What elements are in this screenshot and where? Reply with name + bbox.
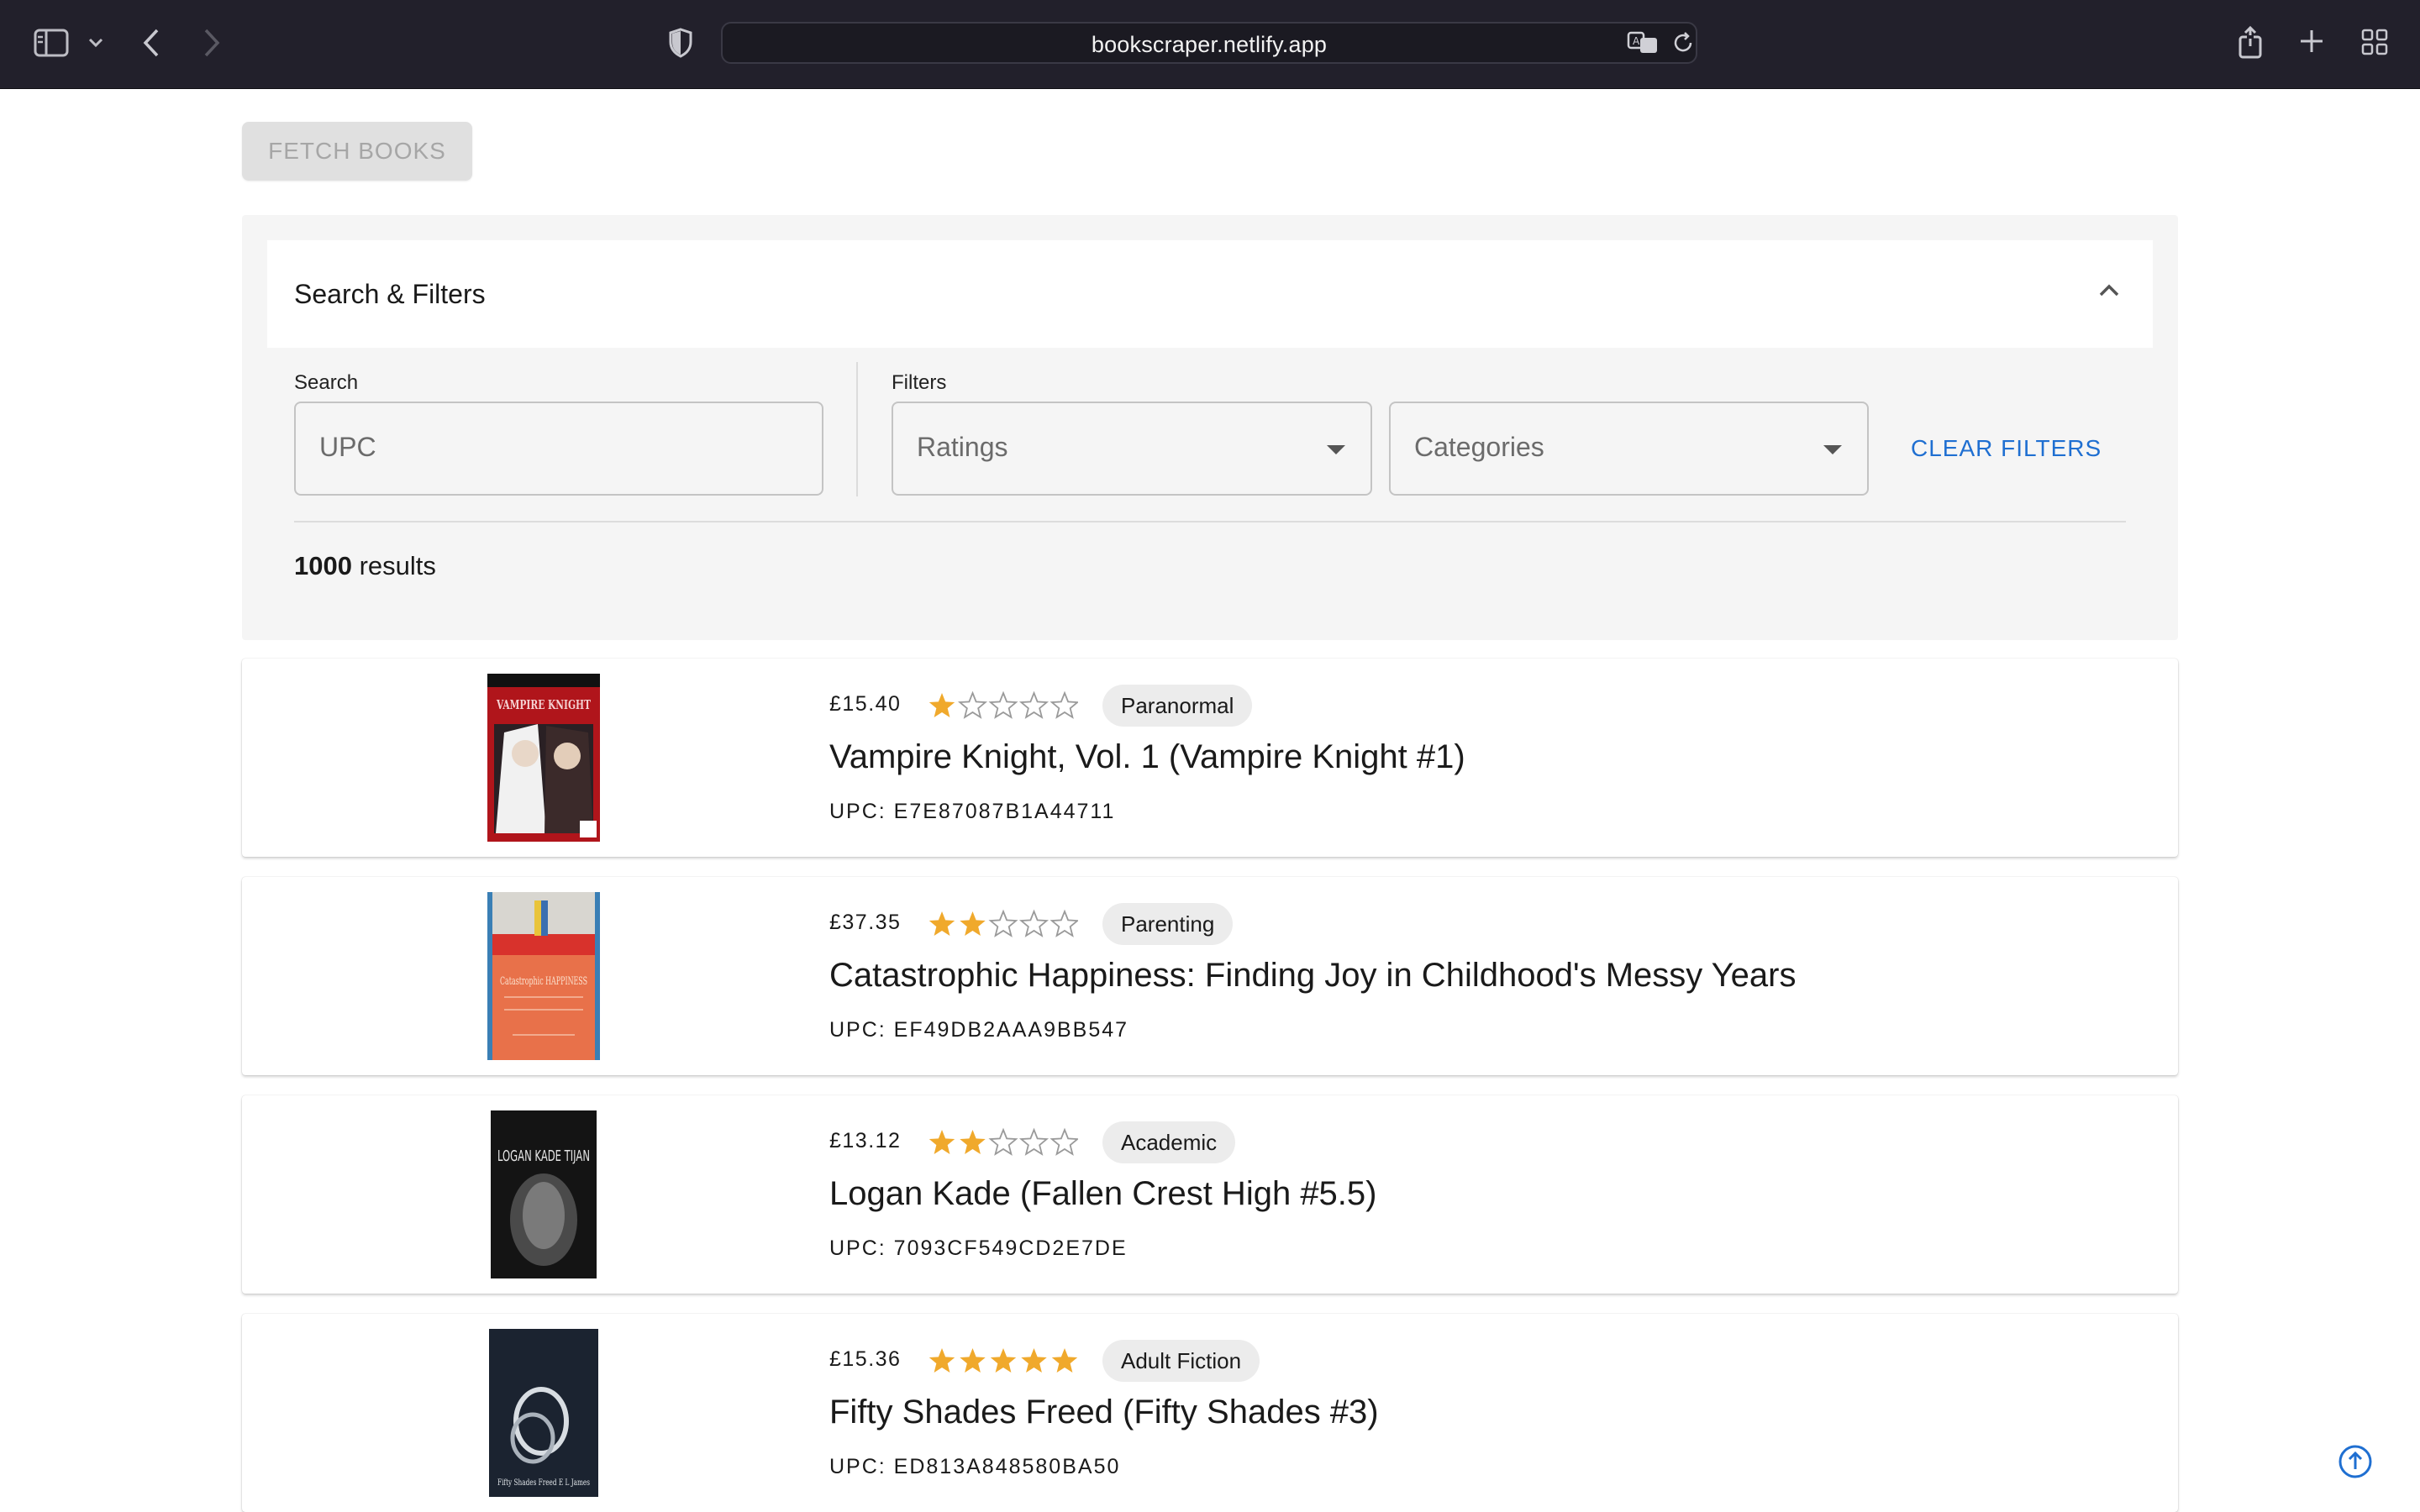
book-card[interactable]: LOGAN KADE TIJAN £13.12 Academic Logan K… bbox=[242, 1095, 2178, 1294]
star-filled-icon bbox=[1021, 1348, 1047, 1373]
tab-overview-icon[interactable] bbox=[2361, 29, 2388, 55]
book-cover-image: Catastrophic HAPPINESS bbox=[487, 892, 600, 1060]
chevron-down-icon[interactable] bbox=[87, 37, 104, 49]
book-card[interactable]: Fifty Shades Freed E L James £15.36 Adul… bbox=[242, 1314, 2178, 1512]
url-text: bookscraper.netlify.app bbox=[1091, 32, 1328, 57]
cover-title: LOGAN KADE TIJAN bbox=[497, 1147, 590, 1165]
star-empty-icon bbox=[1050, 909, 1078, 937]
ratings-placeholder: Ratings bbox=[917, 432, 1008, 462]
book-title[interactable]: Catastrophic Happiness: Finding Joy in C… bbox=[829, 957, 1796, 995]
address-bar[interactable]: bookscraper.netlify.app A bbox=[721, 22, 1697, 64]
star-rating bbox=[929, 690, 1078, 719]
svg-text:A: A bbox=[1633, 35, 1640, 47]
reload-icon[interactable] bbox=[1670, 30, 1696, 55]
star-empty-icon bbox=[1050, 690, 1078, 719]
book-upc: UPC: EF49DB2AAA9BB547 bbox=[829, 1018, 1129, 1042]
star-rating bbox=[929, 909, 1078, 937]
book-price: £13.12 bbox=[829, 1129, 902, 1152]
dropdown-arrow-icon bbox=[1327, 445, 1345, 454]
results-suffix: results bbox=[351, 551, 436, 580]
book-title[interactable]: Logan Kade (Fallen Crest High #5.5) bbox=[829, 1175, 1376, 1213]
privacy-shield-icon[interactable] bbox=[668, 28, 693, 58]
browser-toolbar: bookscraper.netlify.app A bbox=[0, 0, 2420, 89]
star-filled-icon bbox=[929, 1348, 955, 1373]
category-chip[interactable]: Adult Fiction bbox=[1102, 1340, 1260, 1382]
category-chip[interactable]: Paranormal bbox=[1102, 685, 1253, 727]
star-filled-icon bbox=[960, 911, 986, 936]
cover-title: VAMPIRE KNIGHT bbox=[496, 697, 591, 712]
book-title[interactable]: Vampire Knight, Vol. 1 (Vampire Knight #… bbox=[829, 738, 1465, 776]
book-upc: UPC: E7E87087B1A44711 bbox=[829, 800, 1116, 823]
star-filled-icon bbox=[929, 693, 955, 717]
book-price: £37.35 bbox=[829, 911, 902, 934]
chevron-up-icon[interactable] bbox=[2096, 277, 2123, 304]
search-label: Search bbox=[294, 371, 359, 394]
star-rating bbox=[929, 1348, 1078, 1373]
star-empty-icon bbox=[957, 690, 988, 719]
results-count: 1000 results bbox=[294, 551, 436, 581]
upc-search-input[interactable]: UPC bbox=[294, 402, 823, 496]
filters-label: Filters bbox=[892, 371, 947, 394]
star-empty-icon bbox=[1018, 690, 1050, 719]
star-filled-icon bbox=[929, 1130, 955, 1154]
results-number: 1000 bbox=[294, 551, 352, 580]
dropdown-arrow-icon bbox=[1823, 445, 1842, 454]
book-card[interactable]: VAMPIRE KNIGHT £15.40 Paranormal Vampire… bbox=[242, 659, 2178, 857]
filters-title: Search & Filters bbox=[294, 279, 486, 309]
sidebar-toggle-icon[interactable] bbox=[34, 29, 69, 57]
book-cover-image: Fifty Shades Freed E L James bbox=[489, 1329, 598, 1497]
category-chip[interactable]: Academic bbox=[1102, 1121, 1236, 1163]
search-filters-panel: Search & Filters Search UPC Filters Rati… bbox=[242, 215, 2178, 640]
star-empty-icon bbox=[988, 690, 1018, 719]
star-empty-icon bbox=[1018, 1127, 1050, 1156]
filters-divider bbox=[856, 362, 858, 496]
results-divider bbox=[294, 521, 2126, 522]
book-title[interactable]: Fifty Shades Freed (Fifty Shades #3) bbox=[829, 1394, 1379, 1431]
clear-filters-button[interactable]: CLEAR FILTERS bbox=[1911, 435, 2102, 462]
new-tab-icon[interactable] bbox=[2299, 29, 2324, 54]
star-filled-icon bbox=[960, 1348, 986, 1373]
book-price: £15.36 bbox=[829, 1347, 902, 1371]
book-upc: UPC: ED813A848580BA50 bbox=[829, 1455, 1121, 1478]
star-empty-icon bbox=[1018, 909, 1050, 937]
categories-select[interactable]: Categories bbox=[1389, 402, 1869, 496]
star-filled-icon bbox=[929, 911, 955, 936]
cover-title: Catastrophic HAPPINESS bbox=[500, 975, 587, 988]
ratings-select[interactable]: Ratings bbox=[892, 402, 1372, 496]
star-empty-icon bbox=[988, 909, 1018, 937]
book-upc: UPC: 7093CF549CD2E7DE bbox=[829, 1236, 1128, 1260]
star-rating bbox=[929, 1127, 1078, 1156]
translate-icon[interactable]: A bbox=[1627, 30, 1660, 55]
book-cover-image: VAMPIRE KNIGHT bbox=[487, 674, 600, 842]
star-filled-icon bbox=[1051, 1348, 1078, 1373]
upc-placeholder: UPC bbox=[319, 432, 376, 462]
categories-placeholder: Categories bbox=[1414, 432, 1544, 462]
scroll-to-top-icon[interactable] bbox=[2337, 1443, 2374, 1480]
star-filled-icon bbox=[960, 1130, 986, 1154]
fetch-books-button[interactable]: FETCH BOOKS bbox=[242, 122, 472, 181]
book-card[interactable]: Catastrophic HAPPINESS £37.35 Parenting … bbox=[242, 877, 2178, 1075]
filters-accordion-header[interactable]: Search & Filters bbox=[267, 240, 2153, 348]
cover-title: Fifty Shades Freed E L James bbox=[497, 1478, 590, 1488]
star-filled-icon bbox=[990, 1348, 1017, 1373]
book-cover-image: LOGAN KADE TIJAN bbox=[491, 1110, 597, 1278]
share-icon[interactable] bbox=[2237, 25, 2264, 59]
star-empty-icon bbox=[1050, 1127, 1078, 1156]
back-arrow-icon[interactable] bbox=[141, 27, 161, 59]
category-chip[interactable]: Parenting bbox=[1102, 903, 1234, 945]
forward-arrow-icon[interactable] bbox=[202, 27, 222, 59]
star-empty-icon bbox=[988, 1127, 1018, 1156]
book-price: £15.40 bbox=[829, 692, 902, 716]
